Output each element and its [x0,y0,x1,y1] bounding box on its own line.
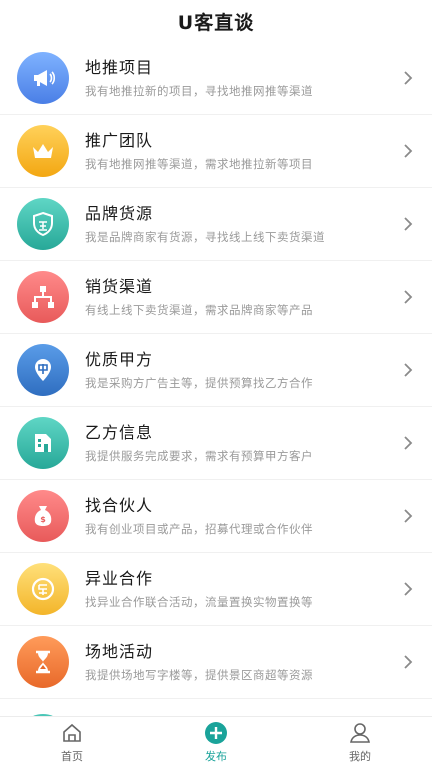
money-bag-icon: $ [17,490,69,542]
list-item-jiafang[interactable]: 优质甲方 我是采购方广告主等，提供预算找乙方合作 [0,334,432,407]
category-list: 地推项目 我有地推拉新的项目，寻找地推网推等渠道 推广团队 我有地推网推等渠道，… [0,42,432,716]
megaphone-icon [17,52,69,104]
item-subtitle: 有线上线下卖货渠道，需求品牌商家等产品 [85,303,313,317]
item-title: 场地活动 [85,642,154,661]
item-subtitle: 我是采购方广告主等，提供预算找乙方合作 [85,376,313,390]
tab-home[interactable]: 首页 [0,717,144,768]
hourglass-icon [17,636,69,688]
chevron-right-icon [394,362,422,378]
shield-icon [17,198,69,250]
tab-publish[interactable]: 发布 [144,717,288,768]
list-item-xiaohuo[interactable]: 销货渠道 有线上线下卖货渠道，需求品牌商家等产品 [0,261,432,334]
list-item-tuiguang[interactable]: 推广团队 我有地推网推等渠道，需求地推拉新等项目 [0,115,432,188]
item-title: 推广团队 [85,131,154,150]
item-title: 异业合作 [85,569,154,588]
home-icon [63,723,81,742]
list-item-hehuoren[interactable]: $ 找合伙人 我有创业项目或产品，招募代理或合作伙伴 [0,480,432,553]
chevron-right-icon [394,143,422,159]
list-item-ditui[interactable]: 地推项目 我有地推拉新的项目，寻找地推网推等渠道 [0,42,432,115]
chevron-right-icon [394,581,422,597]
item-title: 乙方信息 [85,423,154,442]
plus-circle-icon [205,722,227,744]
building-icon [17,417,69,469]
chevron-right-icon [394,508,422,524]
item-title: 优质甲方 [85,350,154,369]
list-item-yifang[interactable]: 乙方信息 我提供服务完成要求，需求有预算甲方客户 [0,407,432,480]
item-subtitle: 我提供服务完成要求，需求有预算甲方客户 [85,449,313,463]
list-item-yiye[interactable]: 异业合作 找异业合作联合活动，流量置换实物置换等 [0,553,432,626]
item-title: 找合伙人 [85,496,154,515]
chevron-right-icon [394,289,422,305]
list-item-changdi[interactable]: 场地活动 我提供场地写字楼等，提供景区商超等资源 [0,626,432,699]
item-subtitle: 我是品牌商家有货源，寻找线上线下卖货渠道 [85,230,325,244]
item-subtitle: 我有地推网推等渠道，需求地推拉新等项目 [85,157,313,171]
item-title: 销货渠道 [85,277,154,296]
tab-label: 首页 [61,750,83,763]
badge-icon [17,563,69,615]
tab-label: 发布 [205,750,227,763]
page-title: U客直谈 [177,11,255,34]
item-title: 品牌货源 [85,204,154,223]
chevron-right-icon [394,435,422,451]
list-item-pinpai[interactable]: 品牌货源 我是品牌商家有货源，寻找线上线下卖货渠道 [0,188,432,261]
svg-text:$: $ [40,515,46,524]
location-pin-icon [17,344,69,396]
chevron-right-icon [394,654,422,670]
header: U客直谈 [0,0,432,42]
item-subtitle: 我有地推拉新的项目，寻找地推网推等渠道 [85,84,313,98]
item-subtitle: 我有创业项目或产品，招募代理或合作伙伴 [85,522,313,536]
chevron-right-icon [394,70,422,86]
tab-label: 我的 [349,750,371,763]
tab-me[interactable]: 我的 [288,717,432,768]
item-subtitle: 我提供场地写字楼等，提供景区商超等资源 [85,668,313,682]
network-icon [17,271,69,323]
crown-icon [17,125,69,177]
user-icon [350,723,370,743]
item-title: 地推项目 [85,58,154,77]
chevron-right-icon [394,216,422,232]
item-subtitle: 找异业合作联合活动，流量置换实物置换等 [85,595,313,609]
tab-bar: 首页 发布 我的 [0,716,432,768]
